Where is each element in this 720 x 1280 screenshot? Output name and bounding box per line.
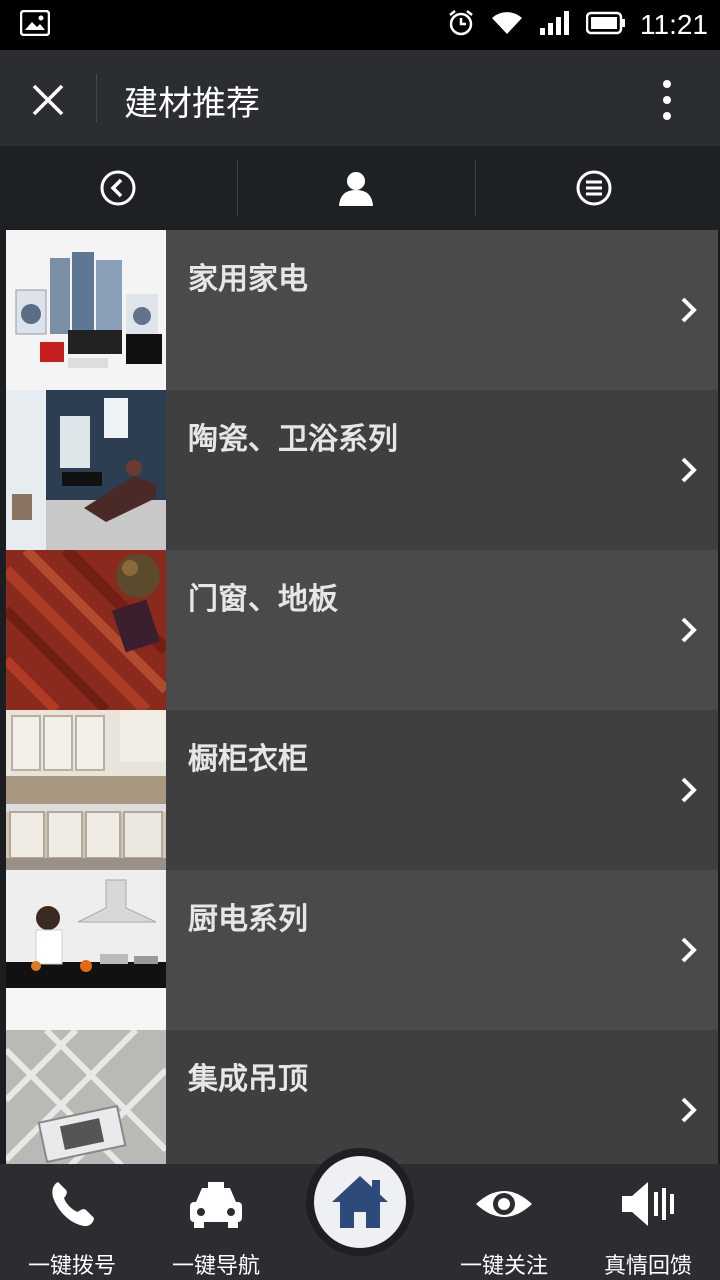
feedback-label: 真情回馈 xyxy=(603,1254,692,1279)
title-separator xyxy=(96,74,97,122)
list-item-doors-floors[interactable]: 门窗、地板 xyxy=(6,550,718,710)
page-title: 建材推荐 xyxy=(124,84,260,124)
chevron-right-icon xyxy=(680,456,698,484)
chevron-right-icon xyxy=(680,776,698,804)
doors-floors-thumbnail xyxy=(6,550,166,710)
gallery-notification-icon xyxy=(19,9,51,40)
user-center-button[interactable] xyxy=(238,146,474,230)
list-item-label: 橱柜衣柜 xyxy=(188,742,308,777)
more-options-icon[interactable] xyxy=(660,78,674,122)
category-list: 家用家电 陶瓷、卫浴系列 门窗、地板 橱柜衣柜 厨电系列 集成吊顶 xyxy=(6,230,718,1190)
taxi-icon xyxy=(186,1176,246,1236)
list-item-appliances[interactable]: 家用家电 xyxy=(6,230,718,390)
navigate-label: 一键导航 xyxy=(171,1254,260,1279)
wifi-icon xyxy=(490,10,524,40)
follow-label: 一键关注 xyxy=(459,1254,548,1279)
chevron-right-icon xyxy=(680,936,698,964)
list-item-cabinets-wardrobes[interactable]: 橱柜衣柜 xyxy=(6,710,718,870)
title-bar: 建材推荐 xyxy=(0,50,720,146)
menu-button[interactable] xyxy=(476,146,712,230)
ceramics-bathroom-thumbnail xyxy=(6,390,166,550)
chevron-right-icon xyxy=(680,1096,698,1124)
kitchen-appliances-thumbnail xyxy=(6,870,166,1030)
navigate-button[interactable]: 一键导航 xyxy=(146,1164,286,1280)
follow-button[interactable]: 一键关注 xyxy=(434,1164,574,1280)
list-item-label: 厨电系列 xyxy=(188,902,308,937)
home-button[interactable] xyxy=(306,1148,414,1256)
chevron-right-icon xyxy=(680,616,698,644)
appliances-thumbnail xyxy=(6,230,166,390)
list-item-label: 集成吊顶 xyxy=(188,1062,308,1097)
list-item-ceramics-bathroom[interactable]: 陶瓷、卫浴系列 xyxy=(6,390,718,550)
status-bar: 11:21 xyxy=(0,0,720,50)
battery-icon xyxy=(585,11,626,39)
back-circle-icon xyxy=(100,170,136,206)
eye-icon xyxy=(474,1176,534,1236)
chevron-right-icon xyxy=(680,296,698,324)
home-icon xyxy=(332,1176,388,1228)
feedback-button[interactable]: 真情回馈 xyxy=(578,1164,718,1280)
signal-icon xyxy=(538,10,572,40)
menu-circle-icon xyxy=(576,170,612,206)
phone-icon xyxy=(44,1176,100,1236)
list-item-label: 家用家电 xyxy=(188,262,308,297)
user-icon xyxy=(339,172,373,206)
call-button[interactable]: 一键拨号 xyxy=(2,1164,142,1280)
back-button[interactable] xyxy=(0,146,236,230)
list-item-kitchen-appliances[interactable]: 厨电系列 xyxy=(6,870,718,1030)
speaker-icon xyxy=(618,1176,678,1236)
list-item-label: 门窗、地板 xyxy=(188,582,338,617)
call-label: 一键拨号 xyxy=(27,1254,116,1279)
list-item-label: 陶瓷、卫浴系列 xyxy=(188,422,398,457)
nav-strip xyxy=(0,146,720,230)
alarm-icon xyxy=(446,8,476,42)
cabinets-wardrobes-thumbnail xyxy=(6,710,166,870)
close-icon[interactable] xyxy=(28,80,68,120)
status-time: 11:21 xyxy=(640,9,708,40)
